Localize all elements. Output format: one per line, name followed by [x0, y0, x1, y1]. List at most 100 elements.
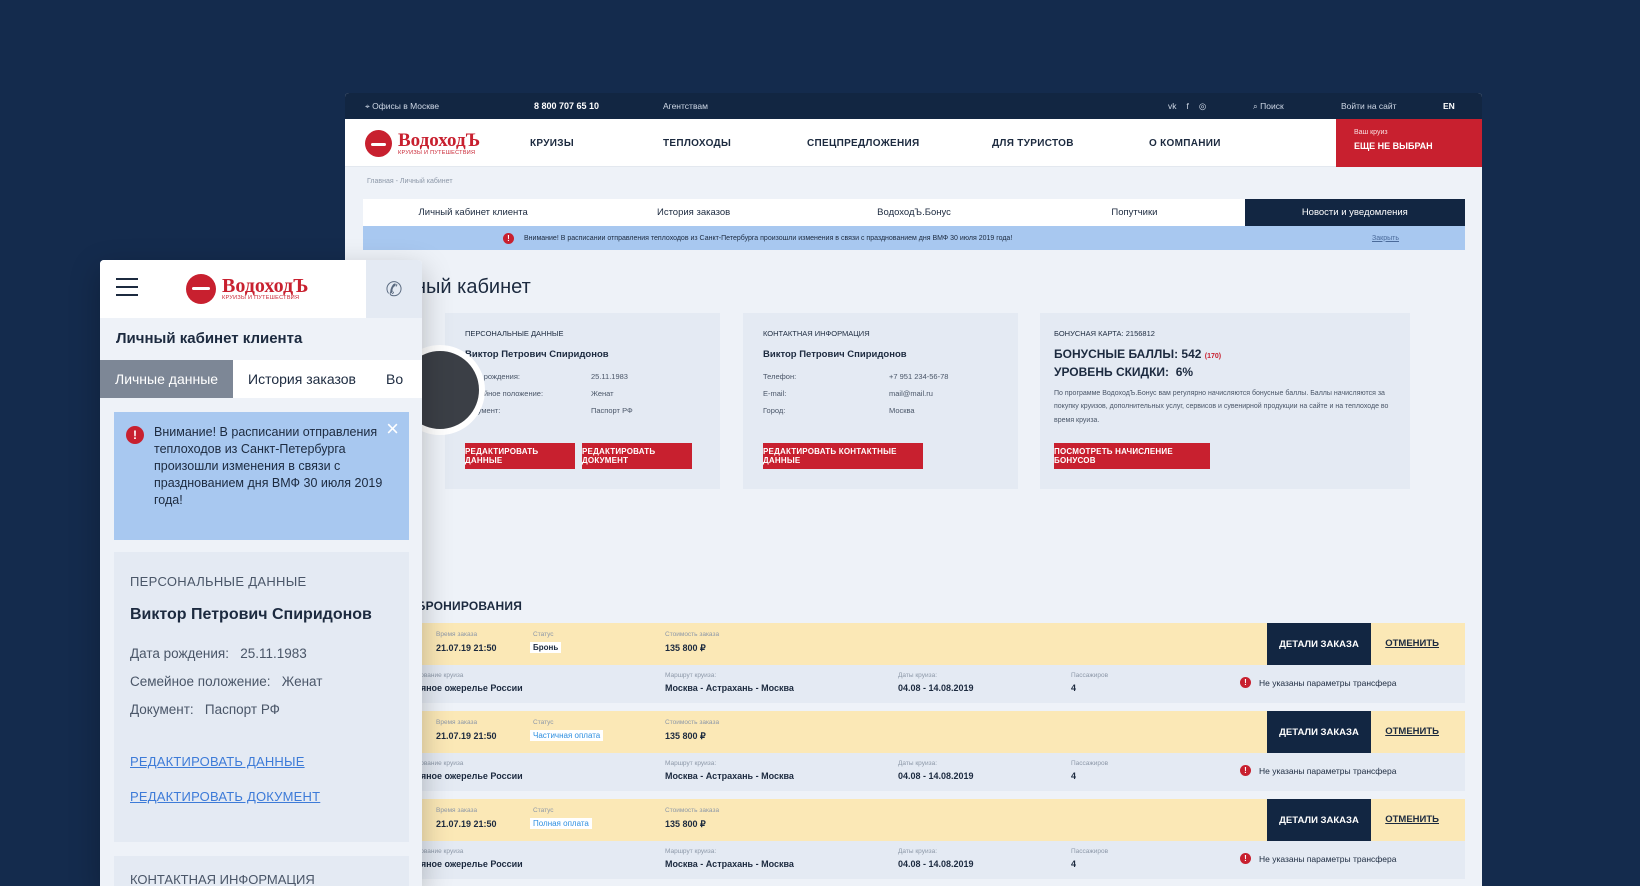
- discount-value: 6%: [1175, 365, 1194, 379]
- offices-label: Офисы в Москве: [372, 101, 440, 111]
- passengers-label: Пассажиров: [1071, 760, 1109, 767]
- route-label: Маршрут круиза:: [665, 672, 717, 679]
- tab-bonus[interactable]: ВодоходЪ.Бонус: [804, 199, 1024, 226]
- edit-data-button[interactable]: РЕДАКТИРОВАТЬ ДАННЫЕ: [465, 443, 575, 469]
- order-info: именование круиза ебряное ожерелье Росси…: [405, 753, 1465, 791]
- view-bonuses-button[interactable]: ПОСМОТРЕТЬ НАЧИСЛЕНИЕ БОНУСОВ: [1054, 443, 1210, 469]
- order-cancel-link[interactable]: ОТМЕНИТЬ: [1385, 638, 1439, 649]
- tab-account[interactable]: Личный кабинет клиента: [363, 199, 583, 226]
- order-card: 4 Время заказа 21.07.19 21:50 Статус Бро…: [405, 623, 1465, 703]
- order-time-label: Время заказа: [436, 719, 478, 726]
- warning-text: Не указаны параметры трансфера: [1259, 677, 1397, 688]
- main-nav: ВодоходЪ КРУИЗЫ И ПУТЕШЕСТВИЯ КРУИЗЫ ТЕП…: [345, 119, 1482, 167]
- mobile-header: ВодоходЪ КРУИЗЫ И ПУТЕШЕСТВИЯ ✆: [100, 260, 422, 318]
- edit-data-link[interactable]: РЕДАКТИРОВАТЬ ДАННЫЕ: [130, 754, 305, 769]
- route: Москва - Астрахань - Москва: [665, 771, 794, 781]
- tab-history[interactable]: История заказов: [583, 199, 803, 226]
- vk-icon[interactable]: vk: [1168, 101, 1177, 112]
- personal-data-card: ПЕРСОНАЛЬНЫЕ ДАННЫЕ Виктор Петрович Спир…: [445, 313, 720, 489]
- phone-value: +7 951 234-56-78: [889, 372, 949, 381]
- nav-cruises[interactable]: КРУИЗЫ: [530, 138, 574, 149]
- phone-number[interactable]: 8 800 707 65 10: [534, 101, 599, 111]
- user-name: Виктор Петрович Спиридонов: [763, 349, 907, 360]
- search-label: Поиск: [1260, 101, 1284, 111]
- dates: 04.08 - 14.08.2019: [898, 859, 974, 869]
- login-link[interactable]: Войти на сайт: [1341, 101, 1397, 111]
- order-time-label: Время заказа: [436, 807, 478, 814]
- order-header: 4 Время заказа 21.07.19 21:50 Статус Час…: [405, 711, 1465, 753]
- search-link[interactable]: ⌕ Поиск: [1253, 101, 1284, 112]
- logo[interactable]: ВодоходЪ КРУИЗЫ И ПУТЕШЕСТВИЯ: [186, 274, 308, 304]
- warning-text: Не указаны параметры трансфера: [1259, 853, 1397, 864]
- edit-document-button[interactable]: РЕДАКТИРОВАТЬ ДОКУМЕНТ: [582, 443, 692, 469]
- bonus-description: По программе ВодоходЪ.Бонус вам регулярн…: [1054, 390, 1389, 424]
- city-value: Москва: [889, 406, 915, 415]
- order-time: 21.07.19 21:50: [436, 819, 497, 829]
- mobile-tabs: Личные данные История заказов Во: [100, 360, 422, 398]
- close-icon[interactable]: ×: [386, 418, 399, 440]
- instagram-icon[interactable]: ◎: [1199, 101, 1206, 112]
- order-cost-label: Стоимость заказа: [665, 807, 720, 814]
- doc-value: Паспорт РФ: [204, 702, 280, 717]
- tab-bonus[interactable]: Во: [371, 360, 418, 398]
- nav-tourists[interactable]: ДЛЯ ТУРИСТОВ: [992, 138, 1074, 149]
- bonus-points-label: БОНУСНЫЕ БАЛЛЫ:: [1054, 347, 1179, 361]
- edit-document-link[interactable]: РЕДАКТИРОВАТЬ ДОКУМЕНТ: [130, 789, 320, 804]
- status-badge: Полная оплата: [530, 818, 592, 829]
- desktop-window: ⌖ Офисы в Москве 8 800 707 65 10 Агентст…: [345, 93, 1482, 886]
- transfer-warning: ! Не указаны параметры трансфера: [1240, 677, 1396, 688]
- edit-contacts-button[interactable]: РЕДАКТИРОВАТЬ КОНТАКТНЫЕ ДАННЫЕ: [763, 443, 923, 469]
- contact-info-card: КОНТАКТНАЯ ИНФОРМАЦИЯ: [114, 856, 409, 886]
- tab-companions[interactable]: Попутчики: [1024, 199, 1244, 226]
- family-value: Женат: [591, 389, 614, 398]
- tab-news[interactable]: Новости и уведомления: [1244, 199, 1466, 226]
- selected-cruise-box[interactable]: Ваш круиз ЕЩЕ НЕ ВЫБРАН: [1336, 119, 1482, 167]
- warning-text: Не указаны параметры трансфера: [1259, 765, 1397, 776]
- cruise-name: ебряное ожерелье России: [405, 859, 523, 869]
- logo-subtitle: КРУИЗЫ И ПУТЕШЕСТВИЯ: [398, 149, 476, 156]
- alert-text: Внимание! В расписании отправления тепло…: [524, 234, 1013, 242]
- alert-close-link[interactable]: Закрыть: [1372, 235, 1399, 242]
- facebook-icon[interactable]: f: [1187, 101, 1189, 112]
- phone-label: Телефон:: [763, 372, 797, 381]
- order-status-label: Статус: [533, 631, 554, 638]
- language-switch[interactable]: EN: [1443, 101, 1455, 111]
- tab-history[interactable]: История заказов: [233, 360, 371, 398]
- family-label: Семейное положение:: [130, 674, 271, 689]
- alert-text: Внимание! В расписании отправления тепло…: [154, 425, 383, 507]
- logo[interactable]: ВодоходЪ КРУИЗЫ И ПУТЕШЕСТВИЯ: [365, 130, 480, 157]
- order-cancel-link[interactable]: ОТМЕНИТЬ: [1385, 814, 1439, 825]
- birth-label: Дата рождения:: [130, 646, 229, 661]
- birth-row: Дата рождения: 25.11.1983: [130, 646, 307, 661]
- mobile-window: ВодоходЪ КРУИЗЫ И ПУТЕШЕСТВИЯ ✆ Личный к…: [100, 260, 422, 886]
- order-status-label: Статус: [533, 719, 554, 726]
- tab-personal[interactable]: Личные данные: [100, 360, 234, 398]
- passengers: 4: [1071, 859, 1077, 869]
- family-value: Женат: [281, 674, 323, 689]
- order-details-button[interactable]: ДЕТАЛИ ЗАКАЗА: [1267, 711, 1371, 753]
- cruise-box-value: ЕЩЕ НЕ ВЫБРАН: [1354, 141, 1433, 151]
- bookings-title: Е БРОНИРОВАНИЯ: [405, 599, 523, 613]
- breadcrumb[interactable]: Главная - Личный кабинет: [367, 178, 453, 185]
- order-header: 4 Время заказа 21.07.19 21:50 Статус Пол…: [405, 799, 1465, 841]
- alert-icon: !: [126, 426, 144, 444]
- order-cancel-link[interactable]: ОТМЕНИТЬ: [1385, 726, 1439, 737]
- order-details-button[interactable]: ДЕТАЛИ ЗАКАЗА: [1267, 799, 1371, 841]
- city-row: Город: Москва: [763, 406, 915, 415]
- nav-company[interactable]: О КОМПАНИИ: [1149, 138, 1221, 149]
- offices-link[interactable]: ⌖ Офисы в Москве: [365, 101, 439, 112]
- phone-icon[interactable]: ✆: [366, 260, 422, 318]
- menu-icon[interactable]: [116, 278, 138, 302]
- nav-ships[interactable]: ТЕПЛОХОДЫ: [663, 138, 731, 149]
- nav-offers[interactable]: СПЕЦПРЕДЛОЖЕНИЯ: [807, 138, 920, 149]
- order-time-label: Время заказа: [436, 631, 478, 638]
- agents-link[interactable]: Агентствам: [663, 101, 708, 111]
- top-bar: ⌖ Офисы в Москве 8 800 707 65 10 Агентст…: [345, 93, 1482, 119]
- account-tabs: Личный кабинет клиента История заказов В…: [363, 199, 1466, 226]
- dates-label: Даты круиза:: [898, 760, 937, 767]
- birth-value: 25.11.1983: [240, 646, 307, 661]
- warning-icon: !: [1240, 853, 1251, 864]
- order-card: 4 Время заказа 21.07.19 21:50 Статус Час…: [405, 711, 1465, 791]
- transfer-warning: ! Не указаны параметры трансфера: [1240, 765, 1396, 776]
- order-details-button[interactable]: ДЕТАЛИ ЗАКАЗА: [1267, 623, 1371, 665]
